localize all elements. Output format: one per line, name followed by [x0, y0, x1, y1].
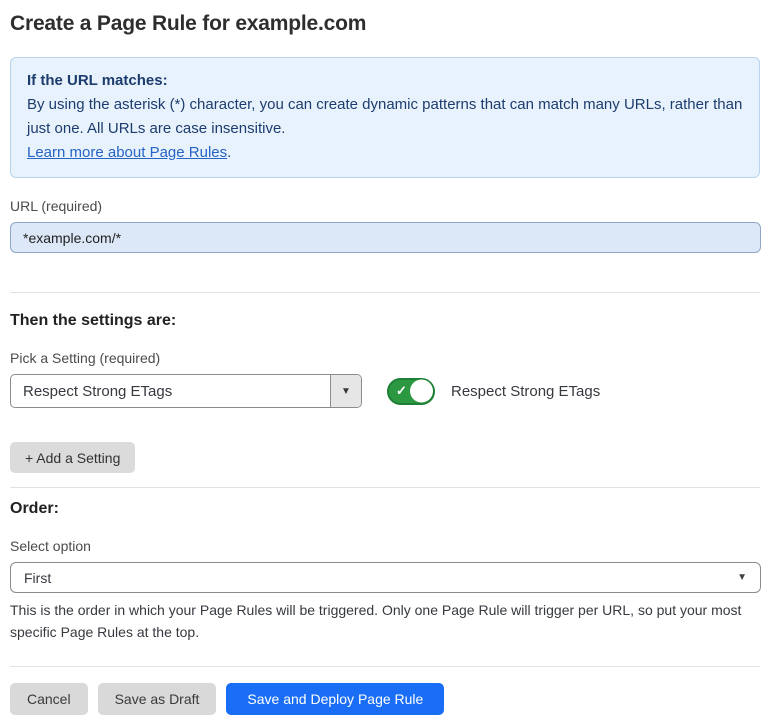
url-field-label: URL (required): [10, 198, 760, 214]
cancel-button[interactable]: Cancel: [10, 683, 88, 715]
setting-select[interactable]: Respect Strong ETags ▼: [10, 374, 362, 408]
check-icon: ✓: [396, 384, 407, 397]
settings-section-heading: Then the settings are:: [10, 312, 760, 330]
info-box-link-line: Learn more about Page Rules.: [27, 141, 743, 165]
setting-select-arrow-button[interactable]: ▼: [330, 375, 361, 407]
url-input[interactable]: [10, 222, 761, 253]
chevron-down-icon: ▼: [737, 572, 747, 583]
page-title: Create a Page Rule for example.com: [10, 12, 760, 36]
info-box-heading: If the URL matches:: [27, 69, 743, 93]
add-setting-button[interactable]: + Add a Setting: [10, 442, 135, 473]
setting-toggle-group: ✓ Respect Strong ETags: [387, 378, 600, 405]
order-select[interactable]: First ▼: [10, 562, 761, 593]
url-match-info-box: If the URL matches: By using the asteris…: [10, 57, 760, 178]
save-deploy-button[interactable]: Save and Deploy Page Rule: [226, 683, 444, 715]
order-select-label: Select option: [10, 538, 760, 554]
respect-strong-etags-toggle[interactable]: ✓: [387, 378, 435, 405]
order-select-value: First: [24, 570, 737, 586]
section-divider: [10, 487, 760, 488]
order-help-text: This is the order in which your Page Rul…: [10, 599, 755, 643]
footer-actions: Cancel Save as Draft Save and Deploy Pag…: [10, 683, 760, 715]
setting-row: Respect Strong ETags ▼ ✓ Respect Strong …: [10, 374, 760, 408]
create-page-rule-panel: Create a Page Rule for example.com If th…: [0, 0, 769, 715]
toggle-knob: [410, 380, 433, 403]
link-suffix: .: [227, 144, 231, 161]
save-draft-button[interactable]: Save as Draft: [98, 683, 217, 715]
info-box-body: By using the asterisk (*) character, you…: [27, 93, 743, 141]
order-section-heading: Order:: [10, 500, 760, 518]
footer-divider: [10, 666, 760, 667]
setting-select-value: Respect Strong ETags: [11, 375, 330, 407]
chevron-down-icon: ▼: [341, 386, 351, 397]
learn-more-link[interactable]: Learn more about Page Rules: [27, 144, 227, 161]
toggle-label: Respect Strong ETags: [451, 383, 600, 400]
section-divider: [10, 292, 760, 293]
pick-setting-label: Pick a Setting (required): [10, 350, 760, 366]
